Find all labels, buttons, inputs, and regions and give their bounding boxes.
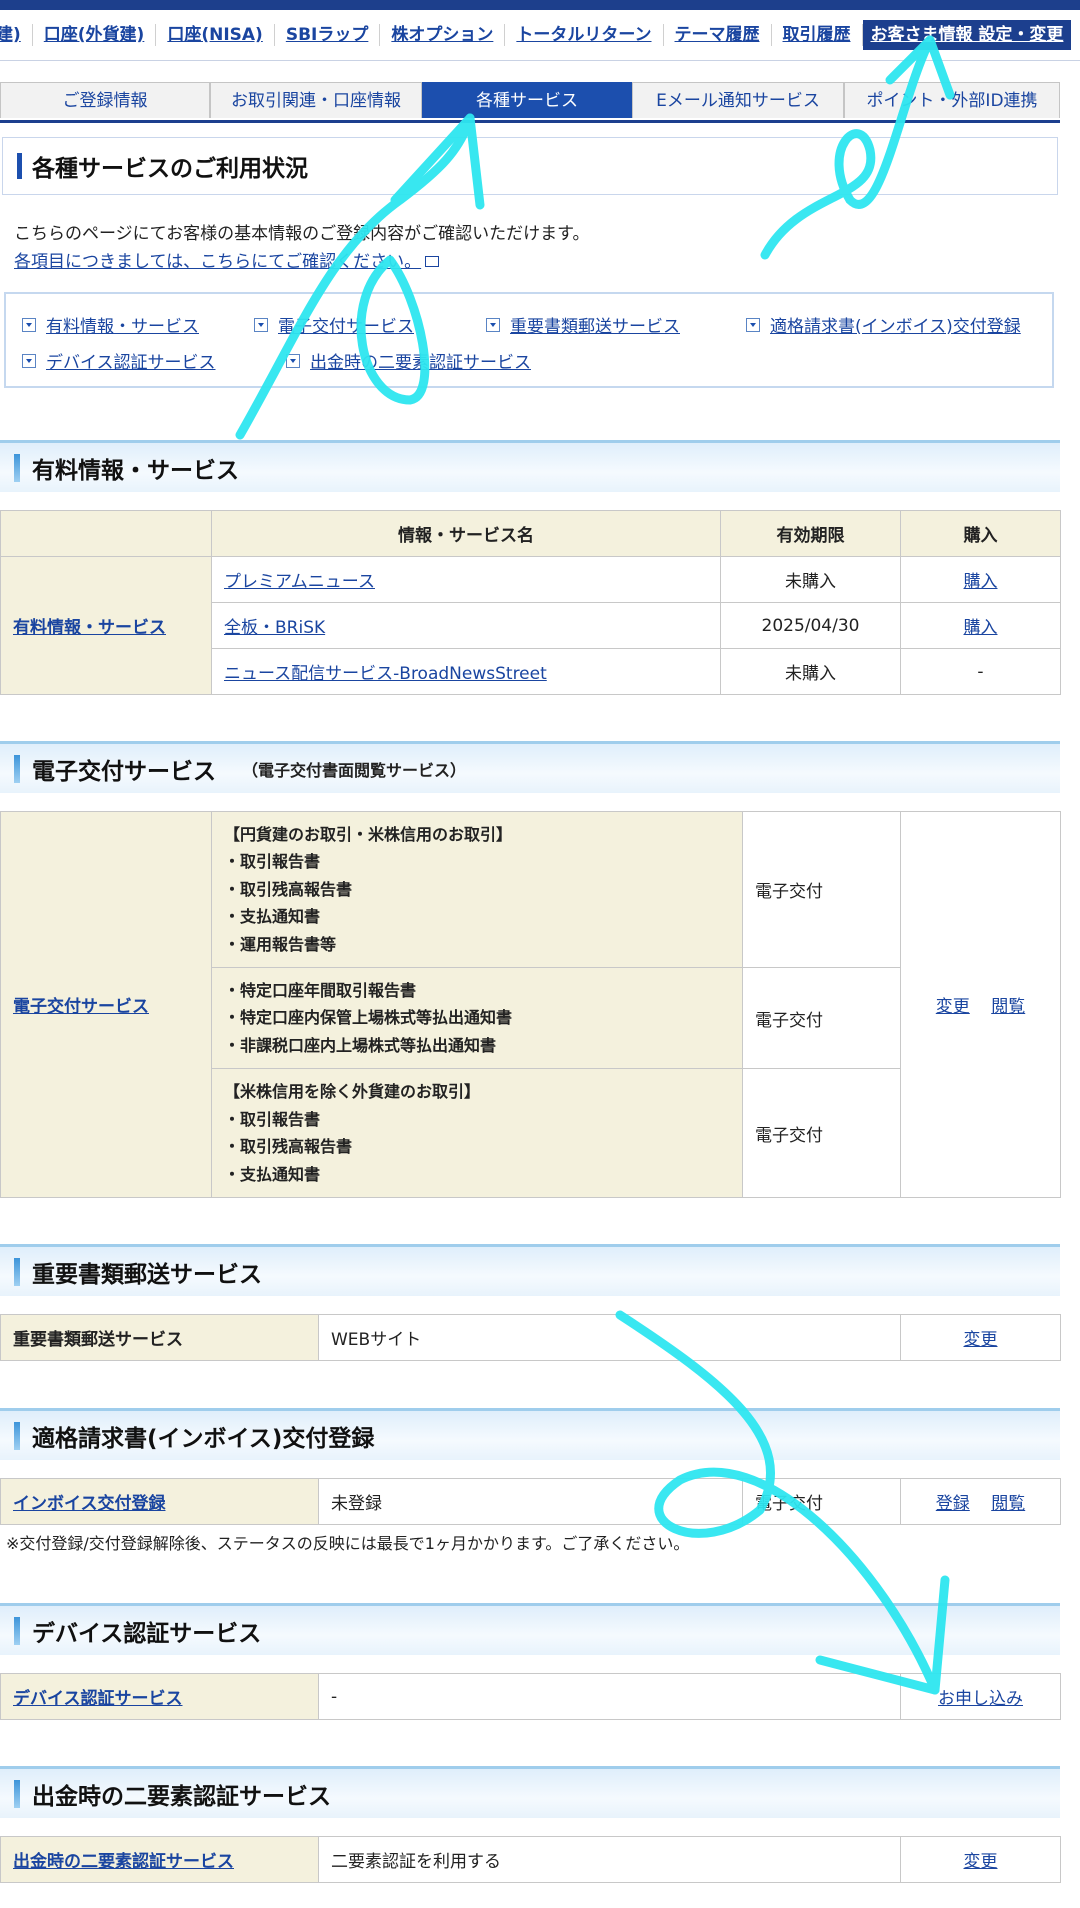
expiry-value: 2025/04/30 — [720, 602, 901, 649]
table-row: インボイス交付登録 未登録 電子交付 登録 閲覧 — [0, 1478, 1061, 1525]
nav-item-fx-account[interactable]: 口座(外貨建) — [33, 24, 157, 46]
tab-email-notification[interactable]: Eメール通知サービス — [632, 82, 844, 118]
invoice-table: インボイス交付登録 未登録 電子交付 登録 閲覧 — [0, 1478, 1061, 1525]
section-quick-nav: 有料情報・サービス 電子交付サービス 重要書類郵送サービス 適格請求書(インボイ… — [4, 292, 1054, 388]
nav-item-trade-history[interactable]: 取引履歴 — [772, 24, 863, 46]
dropdown-arrow-icon — [22, 317, 36, 332]
nav-item-customer-info[interactable]: お客さま情報 設定・変更 — [862, 20, 1072, 50]
change-link[interactable]: 変更 — [964, 1330, 998, 1350]
nav-item-options[interactable]: 株オプション — [380, 24, 506, 46]
table-row: 有料情報・サービス プレミアムニュース 未購入 購入 — [0, 556, 1061, 695]
settings-tabs: ご登録情報 お取引関連・口座情報 各種サービス Eメール通知サービス ポイント・… — [0, 82, 1060, 123]
delivery-status: 電子交付 — [742, 1068, 901, 1198]
nav-item-partial[interactable]: 建) — [0, 24, 33, 46]
view-link[interactable]: 閲覧 — [991, 1494, 1025, 1514]
document-list: ・特定口座年間取引報告書 ・特定口座内保管上場株式等払出通知書 ・非課税口座内上… — [211, 967, 743, 1069]
dropdown-arrow-icon — [254, 317, 268, 332]
purchase-unavailable: - — [900, 648, 1061, 695]
section-header-paid: 有料情報・サービス — [0, 440, 1060, 492]
section-title: 重要書類郵送サービス — [32, 1261, 262, 1288]
nav-item-theme-history[interactable]: テーマ履歴 — [664, 24, 772, 46]
document-list: 【円貨建のお取引・米株信用のお取引】 ・取引報告書 ・取引残高報告書 ・支払通知… — [211, 811, 743, 968]
quicknav-invoice[interactable]: 適格請求書(インボイス)交付登録 — [746, 312, 1021, 337]
change-link[interactable]: 変更 — [936, 997, 970, 1017]
invoice-status: 電子交付 — [742, 1478, 901, 1525]
purchase-link[interactable]: 購入 — [964, 572, 998, 592]
section-subtitle: （電子交付書面閲覧サービス） — [242, 760, 467, 780]
document-list: 【米株信用を除く外貨建のお取引】 ・取引報告書 ・取引残高報告書 ・支払通知書 — [211, 1068, 743, 1198]
paid-services-table: 情報・サービス名 有効期限 購入 有料情報・サービス プレミアムニュース 未購入… — [0, 510, 1061, 695]
section-title: 適格請求書(インボイス)交付登録 — [32, 1425, 375, 1452]
service-name-link[interactable]: 全板・BRiSK — [224, 618, 325, 638]
twofactor-value: 二要素認証を利用する — [318, 1836, 901, 1883]
delivery-status: 電子交付 — [742, 811, 901, 968]
quicknav-device[interactable]: デバイス認証サービス — [22, 348, 216, 373]
table-row: 重要書類郵送サービス WEBサイト 変更 — [0, 1314, 1061, 1361]
expiry-value: 未購入 — [720, 648, 901, 695]
device-table: デバイス認証サービス - お申し込み — [0, 1673, 1061, 1720]
mail-label: 重要書類郵送サービス — [0, 1314, 319, 1361]
apply-link[interactable]: お申し込み — [938, 1689, 1023, 1709]
section-header-edelivery: 電子交付サービス （電子交付書面閲覧サービス） — [0, 741, 1060, 793]
tab-registration-info[interactable]: ご登録情報 — [0, 82, 210, 118]
col-header-name: 情報・サービス名 — [211, 510, 721, 557]
nav-item-sbi-wrap[interactable]: SBIラップ — [275, 24, 381, 46]
quicknav-mail[interactable]: 重要書類郵送サービス — [486, 312, 680, 337]
change-link[interactable]: 変更 — [964, 1852, 998, 1872]
quicknav-paid[interactable]: 有料情報・サービス — [22, 312, 199, 337]
section-title: デバイス認証サービス — [32, 1620, 262, 1647]
dropdown-arrow-icon — [486, 317, 500, 332]
col-header-purchase: 購入 — [900, 510, 1061, 557]
mail-value: WEBサイト — [318, 1314, 901, 1361]
device-value: - — [318, 1673, 901, 1720]
device-label-link[interactable]: デバイス認証サービス — [13, 1689, 183, 1709]
expiry-value: 未購入 — [720, 556, 901, 603]
top-nav: 建) 口座(外貨建) 口座(NISA) SBIラップ 株オプション トータルリタ… — [0, 10, 1080, 61]
top-bar — [0, 0, 1080, 10]
intro-text: こちらのページにてお客様の基本情報のご登録内容がご確認いただけます。 各項目につ… — [14, 220, 589, 276]
table-row: 電子交付サービス 【円貨建のお取引・米株信用のお取引】 ・取引報告書 ・取引残高… — [0, 811, 1061, 1198]
dropdown-arrow-icon — [286, 353, 300, 368]
service-name-link[interactable]: ニュース配信サービス-BroadNewsStreet — [224, 664, 547, 684]
nav-item-nisa[interactable]: 口座(NISA) — [156, 24, 275, 46]
dropdown-arrow-icon — [746, 317, 760, 332]
quicknav-twofactor[interactable]: 出金時の二要素認証サービス — [286, 348, 531, 373]
table-row: 出金時の二要素認証サービス 二要素認証を利用する 変更 — [0, 1836, 1061, 1883]
page-title-box: 各種サービスのご利用状況 — [2, 137, 1058, 195]
invoice-value: 未登録 — [318, 1478, 743, 1525]
edelivery-label-link[interactable]: 電子交付サービス — [13, 997, 149, 1017]
invoice-label-link[interactable]: インボイス交付登録 — [13, 1494, 166, 1514]
details-link[interactable]: 各項目につきましては、こちらにてご確認ください。 — [14, 252, 421, 272]
dropdown-arrow-icon — [22, 353, 36, 368]
external-window-icon — [425, 256, 440, 267]
table-row: デバイス認証サービス - お申し込み — [0, 1673, 1061, 1720]
tab-points-external-id[interactable]: ポイント・外部ID連携 — [844, 82, 1060, 118]
delivery-status: 電子交付 — [742, 967, 901, 1069]
col-header-expiry: 有効期限 — [720, 510, 901, 557]
invoice-note: ※交付登録/交付登録解除後、ステータスの反映には最長で1ヶ月かかります。ご了承く… — [6, 1534, 690, 1553]
section-title: 電子交付サービス — [32, 758, 216, 785]
section-header-invoice: 適格請求書(インボイス)交付登録 — [0, 1408, 1060, 1460]
section-header-device: デバイス認証サービス — [0, 1603, 1060, 1655]
twofactor-table: 出金時の二要素認証サービス 二要素認証を利用する 変更 — [0, 1836, 1061, 1883]
service-name-link[interactable]: プレミアムニュース — [224, 572, 375, 592]
view-link[interactable]: 閲覧 — [991, 997, 1025, 1017]
tab-services[interactable]: 各種サービス — [422, 82, 632, 118]
nav-item-total-return[interactable]: トータルリターン — [505, 24, 664, 46]
quicknav-edelivery[interactable]: 電子交付サービス — [254, 312, 414, 337]
twofactor-label-link[interactable]: 出金時の二要素認証サービス — [13, 1852, 234, 1872]
section-title: 有料情報・サービス — [32, 457, 239, 484]
edelivery-table: 電子交付サービス 【円貨建のお取引・米株信用のお取引】 ・取引報告書 ・取引残高… — [0, 811, 1061, 1198]
purchase-link[interactable]: 購入 — [964, 618, 998, 638]
page-title: 各種サービスのご利用状況 — [32, 156, 308, 182]
mail-table: 重要書類郵送サービス WEBサイト 変更 — [0, 1314, 1061, 1361]
tab-trading-account-info[interactable]: お取引関連・口座情報 — [210, 82, 422, 118]
register-link[interactable]: 登録 — [936, 1494, 970, 1514]
paid-services-label-link[interactable]: 有料情報・サービス — [13, 618, 166, 638]
section-title: 出金時の二要素認証サービス — [32, 1783, 331, 1810]
intro-description: こちらのページにてお客様の基本情報のご登録内容がご確認いただけます。 — [14, 224, 590, 244]
section-header-twofactor: 出金時の二要素認証サービス — [0, 1766, 1060, 1818]
section-header-mail: 重要書類郵送サービス — [0, 1244, 1060, 1296]
